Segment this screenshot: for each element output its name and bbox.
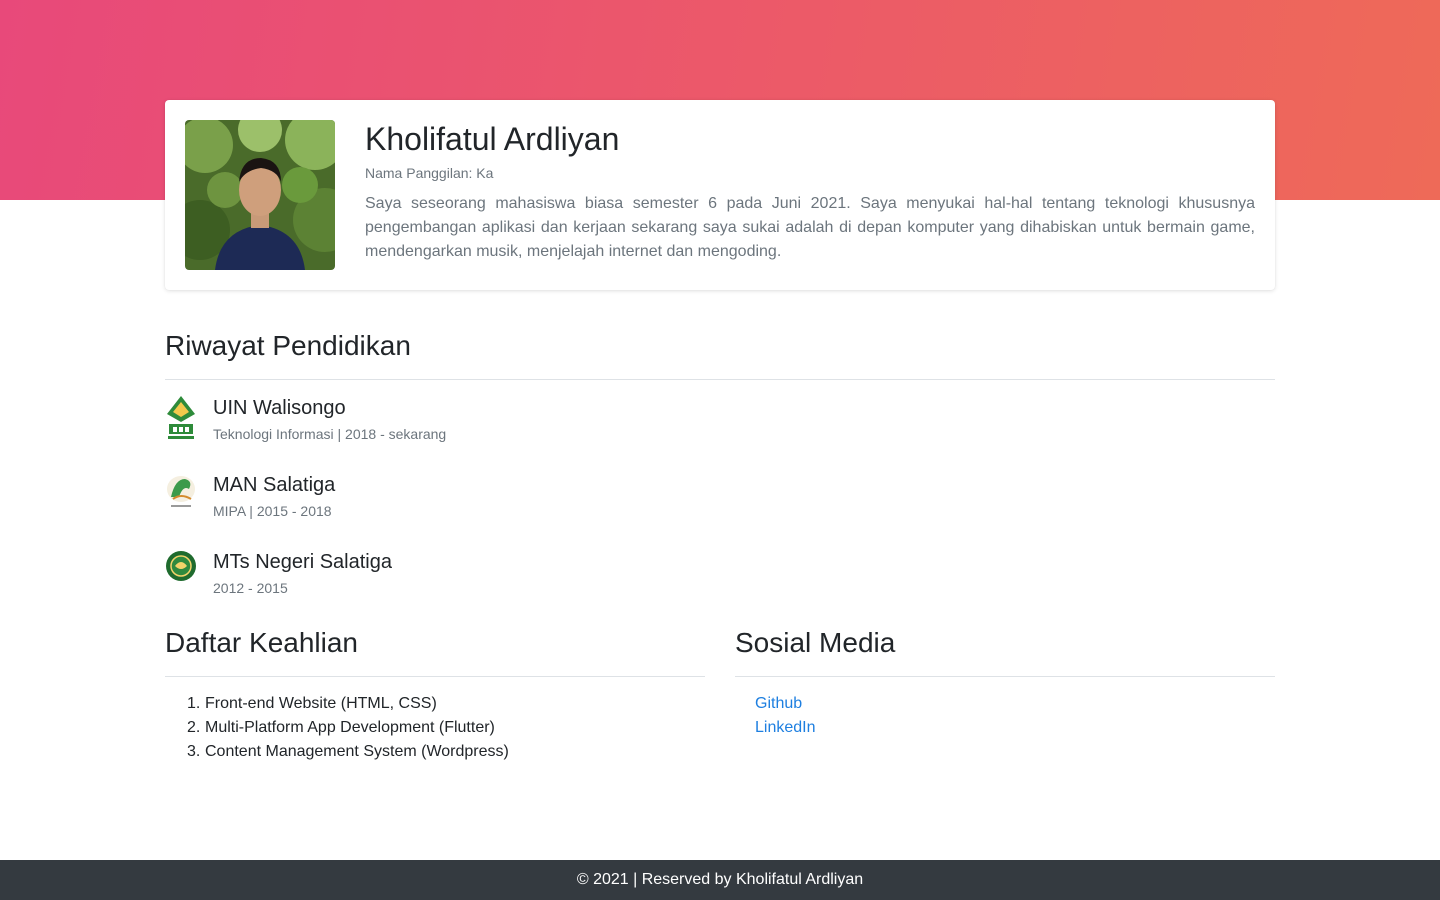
education-name: MAN Salatiga [213,474,336,496]
education-item: MTs Negeri Salatiga 2012 - 2015 [165,550,865,606]
footer-text: © 2021 | Reserved by Kholifatul Ardliyan [576,871,864,888]
skill-label: Front-end Website (HTML, CSS) [205,695,437,712]
profile-photo [185,120,335,270]
education-title: Riwayat Pendidikan [165,330,411,361]
social-links: Github LinkedIn [755,692,816,740]
skill-item: 1. Front-end Website (HTML, CSS) [187,692,509,716]
skills-title: Daftar Keahlian [165,627,359,658]
education-name: MTs Negeri Salatiga [213,551,392,573]
social-title: Sosial Media [735,627,896,658]
nickname-value: Ka [476,165,494,181]
mts-negeri-salatiga-logo-icon [165,550,197,598]
man-salatiga-logo-icon [165,473,197,521]
nickname: Nama Panggilan: Ka [365,164,493,182]
education-item: UIN Walisongo Teknologi Informasi | 2018… [165,396,865,452]
skills-list: 1. Front-end Website (HTML, CSS) 2. Multi-… [187,692,509,764]
education-detail: MIPA | 2015 - 2018 [213,503,332,519]
education-detail: Teknologi Informasi | 2018 - sekarang [213,426,447,442]
linkedin-link[interactable]: LinkedIn [755,719,816,736]
social-item: Github [755,692,816,716]
skill-item: 2. Multi-Platform App Development (Flutte… [187,716,509,740]
uin-walisongo-logo-icon [165,396,197,444]
github-link[interactable]: Github [755,695,802,712]
skill-label: Content Management System (Wordpress) [205,743,509,760]
social-divider [735,676,1275,677]
education-detail: 2012 - 2015 [213,580,288,596]
skill-number: 1. [187,695,201,712]
skill-number: 2. [187,719,201,736]
skill-item: 3. Content Management System (Wordpress) [187,740,509,764]
profile-card: Kholifatul Ardliyan Nama Panggilan: Ka Sa… [165,100,1275,290]
skill-number: 3. [187,743,201,760]
profile-name: Kholifatul Ardliyan [365,121,620,157]
education-item: MAN Salatiga MIPA | 2015 - 2018 [165,473,865,529]
nickname-label: Nama Panggilan: [365,165,473,181]
social-item: LinkedIn [755,716,816,740]
education-name: UIN Walisongo [213,397,346,419]
footer: © 2021 | Reserved by Kholifatul Ardliyan [0,860,1440,900]
skills-divider [165,676,705,677]
education-divider [165,379,1275,380]
skill-label: Multi-Platform App Development (Flutter) [205,719,495,736]
profile-bio: Saya seseorang mahasiswa biasa semester … [365,195,1255,260]
